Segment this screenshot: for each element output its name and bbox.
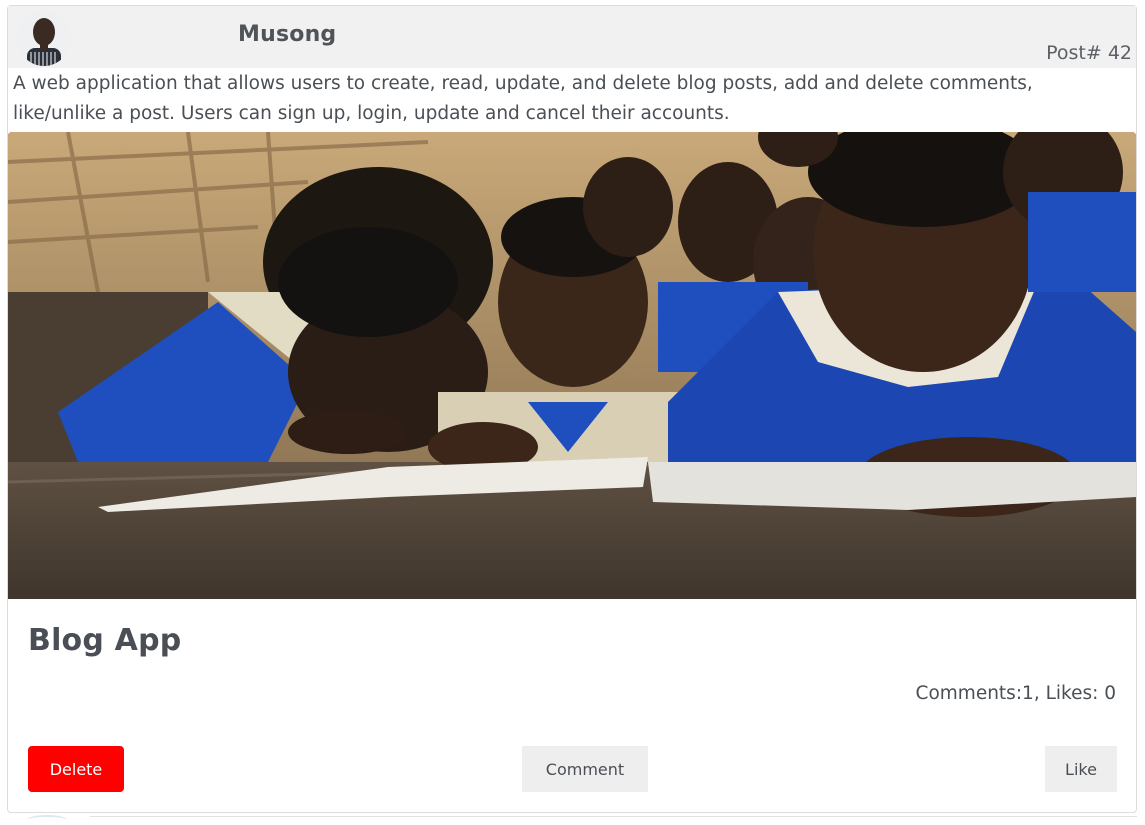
next-post-card-edge [90,816,1137,820]
post-number: Post# 42 [1046,42,1132,64]
author-name[interactable]: Musong [238,22,336,47]
author-avatar[interactable] [17,10,71,66]
comment-button[interactable]: Comment [522,746,648,792]
post-image [8,132,1136,599]
post-card: Musong Post# 42 A web application that a… [7,5,1137,813]
post-header: Musong Post# 42 [8,6,1136,68]
post-stats: Comments:1, Likes: 0 [915,683,1116,704]
like-button[interactable]: Like [1045,746,1117,792]
next-post-avatar-edge [27,815,67,825]
post-title: Blog App [28,623,182,658]
post-description: A web application that allows users to c… [13,73,1033,124]
delete-button[interactable]: Delete [28,746,124,792]
